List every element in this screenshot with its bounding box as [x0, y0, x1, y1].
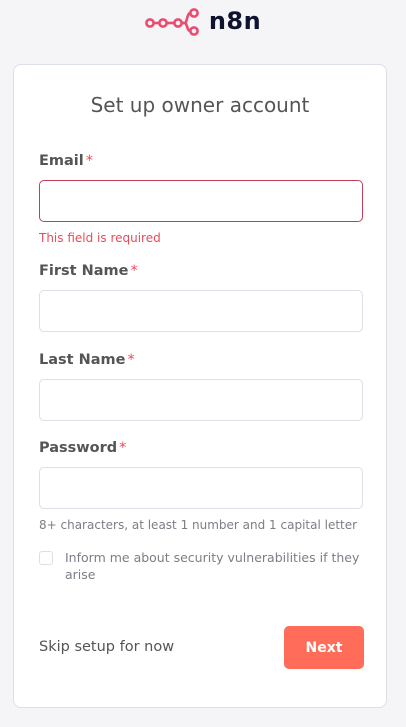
email-label: Email *	[39, 151, 93, 171]
required-marker: *	[130, 263, 138, 279]
email-field[interactable]	[39, 180, 363, 222]
logo-text: n8n	[208, 7, 262, 35]
required-marker: *	[127, 352, 135, 368]
password-label: Password *	[39, 438, 126, 458]
last-name-label: Last Name *	[39, 350, 135, 370]
skip-setup-link[interactable]: Skip setup for now	[39, 637, 174, 657]
password-hint: 8+ characters, at least 1 number and 1 c…	[39, 518, 358, 532]
required-marker: *	[85, 153, 93, 169]
setup-card: Set up owner account Email * This field i…	[13, 64, 387, 708]
security-updates-label[interactable]: Inform me about security vulnerabilities…	[65, 549, 363, 583]
last-name-label-text: Last Name	[39, 352, 126, 368]
next-button[interactable]: Next	[284, 626, 364, 669]
first-name-label: First Name *	[39, 261, 138, 281]
first-name-label-text: First Name	[39, 263, 129, 279]
page-title: Set up owner account	[90, 93, 310, 117]
email-label-text: Email	[39, 153, 84, 169]
security-updates-checkbox[interactable]	[39, 551, 53, 565]
first-name-field[interactable]	[39, 290, 363, 332]
n8n-logo-icon	[144, 8, 199, 36]
required-marker: *	[119, 440, 127, 456]
app-logo: n8n	[0, 3, 406, 39]
password-label-text: Password	[39, 440, 118, 456]
password-field[interactable]	[39, 467, 363, 509]
last-name-field[interactable]	[39, 379, 363, 421]
security-updates-option[interactable]: Inform me about security vulnerabilities…	[39, 549, 363, 583]
email-error: This field is required	[39, 231, 161, 245]
